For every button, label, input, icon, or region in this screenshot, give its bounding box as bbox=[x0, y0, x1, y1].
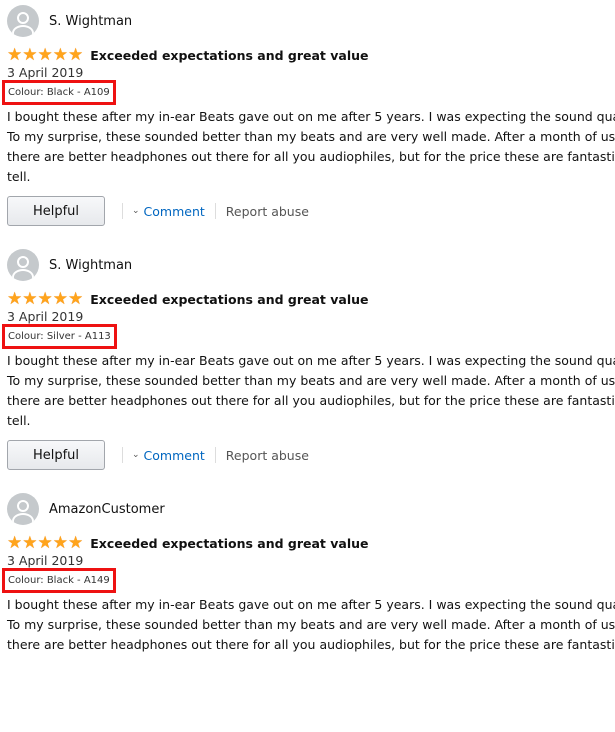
review-actions: Helpful ⌄ Comment Report abuse bbox=[7, 440, 309, 470]
review-title-row: ★ ★ ★ ★ ★ Exceeded expectations and grea… bbox=[7, 46, 369, 64]
review-body-line: To my surprise, these sounded better tha… bbox=[7, 373, 615, 388]
user-avatar-icon bbox=[7, 493, 39, 525]
star-rating[interactable]: ★ ★ ★ ★ ★ bbox=[7, 288, 84, 309]
review-date: 3 April 2019 bbox=[7, 309, 84, 324]
star-icon: ★ bbox=[7, 288, 23, 309]
colour-variant-highlight: Colour: Black - A149 bbox=[2, 568, 116, 593]
review-item: AmazonCustomer ★ ★ ★ ★ ★ Exceeded expect… bbox=[0, 488, 615, 732]
review-body-line: there are better headphones out there fo… bbox=[7, 393, 615, 408]
star-icon: ★ bbox=[37, 288, 53, 309]
review-body-line: there are better headphones out there fo… bbox=[7, 149, 615, 164]
colour-variant[interactable]: Colour: Silver - A113 bbox=[8, 331, 111, 342]
review-date: 3 April 2019 bbox=[7, 65, 84, 80]
review-title-row: ★ ★ ★ ★ ★ Exceeded expectations and grea… bbox=[7, 534, 369, 552]
colour-variant[interactable]: Colour: Black - A149 bbox=[8, 575, 110, 586]
colour-variant[interactable]: Colour: Black - A109 bbox=[8, 87, 110, 98]
star-icon: ★ bbox=[68, 532, 84, 553]
review-date: 3 April 2019 bbox=[7, 553, 84, 568]
review-actions: Helpful ⌄ Comment Report abuse bbox=[7, 196, 309, 226]
comment-link[interactable]: ⌄ Comment bbox=[132, 448, 205, 463]
review-body-line: To my surprise, these sounded better tha… bbox=[7, 129, 615, 144]
divider bbox=[214, 447, 216, 463]
divider bbox=[214, 203, 216, 219]
user-avatar-icon bbox=[7, 249, 39, 281]
review-body-line: I bought these after my in-ear Beats gav… bbox=[7, 353, 615, 368]
helpful-button[interactable]: Helpful bbox=[7, 440, 105, 470]
star-rating[interactable]: ★ ★ ★ ★ ★ bbox=[7, 532, 84, 553]
star-icon: ★ bbox=[7, 44, 23, 65]
comment-label[interactable]: Comment bbox=[144, 448, 205, 463]
review-body-line: To my surprise, these sounded better tha… bbox=[7, 617, 615, 632]
helpful-button[interactable]: Helpful bbox=[7, 196, 105, 226]
review-title[interactable]: Exceeded expectations and great value bbox=[90, 536, 368, 551]
comment-label[interactable]: Comment bbox=[144, 204, 205, 219]
star-icon: ★ bbox=[52, 44, 68, 65]
star-icon: ★ bbox=[52, 532, 68, 553]
reviewer-name[interactable]: S. Wightman bbox=[49, 14, 132, 29]
review-item: S. Wightman ★ ★ ★ ★ ★ Exceeded expectati… bbox=[0, 244, 615, 488]
star-icon: ★ bbox=[7, 532, 23, 553]
review-body: I bought these after my in-ear Beats gav… bbox=[7, 595, 615, 655]
review-body: I bought these after my in-ear Beats gav… bbox=[7, 107, 615, 187]
reviewer-profile[interactable]: AmazonCustomer bbox=[7, 493, 165, 525]
reviewer-profile[interactable]: S. Wightman bbox=[7, 249, 132, 281]
review-title[interactable]: Exceeded expectations and great value bbox=[90, 48, 368, 63]
chevron-down-icon: ⌄ bbox=[132, 206, 140, 216]
review-body-line: there are better headphones out there fo… bbox=[7, 637, 615, 652]
divider bbox=[122, 447, 123, 463]
user-avatar-icon bbox=[7, 5, 39, 37]
reviewer-name[interactable]: S. Wightman bbox=[49, 258, 132, 273]
review-body-line: I bought these after my in-ear Beats gav… bbox=[7, 597, 615, 612]
star-rating[interactable]: ★ ★ ★ ★ ★ bbox=[7, 44, 84, 65]
review-item: S. Wightman ★ ★ ★ ★ ★ Exceeded expectati… bbox=[0, 0, 615, 244]
reviewer-profile[interactable]: S. Wightman bbox=[7, 5, 132, 37]
reviewer-name[interactable]: AmazonCustomer bbox=[49, 502, 165, 517]
colour-variant-highlight: Colour: Black - A109 bbox=[2, 80, 116, 105]
star-icon: ★ bbox=[52, 288, 68, 309]
review-body-line: I bought these after my in-ear Beats gav… bbox=[7, 109, 615, 124]
review-title-row: ★ ★ ★ ★ ★ Exceeded expectations and grea… bbox=[7, 290, 369, 308]
comment-link[interactable]: ⌄ Comment bbox=[132, 204, 205, 219]
star-icon: ★ bbox=[22, 44, 38, 65]
star-icon: ★ bbox=[68, 288, 84, 309]
report-abuse-link[interactable]: Report abuse bbox=[226, 204, 309, 219]
review-title[interactable]: Exceeded expectations and great value bbox=[90, 292, 368, 307]
review-body-line: tell. bbox=[7, 169, 31, 184]
star-icon: ★ bbox=[37, 532, 53, 553]
report-abuse-link[interactable]: Report abuse bbox=[226, 448, 309, 463]
star-icon: ★ bbox=[68, 44, 84, 65]
star-icon: ★ bbox=[22, 532, 38, 553]
colour-variant-highlight: Colour: Silver - A113 bbox=[2, 324, 117, 349]
chevron-down-icon: ⌄ bbox=[132, 450, 140, 460]
star-icon: ★ bbox=[37, 44, 53, 65]
review-body: I bought these after my in-ear Beats gav… bbox=[7, 351, 615, 431]
divider bbox=[122, 203, 123, 219]
review-body-line: tell. bbox=[7, 413, 31, 428]
star-icon: ★ bbox=[22, 288, 38, 309]
